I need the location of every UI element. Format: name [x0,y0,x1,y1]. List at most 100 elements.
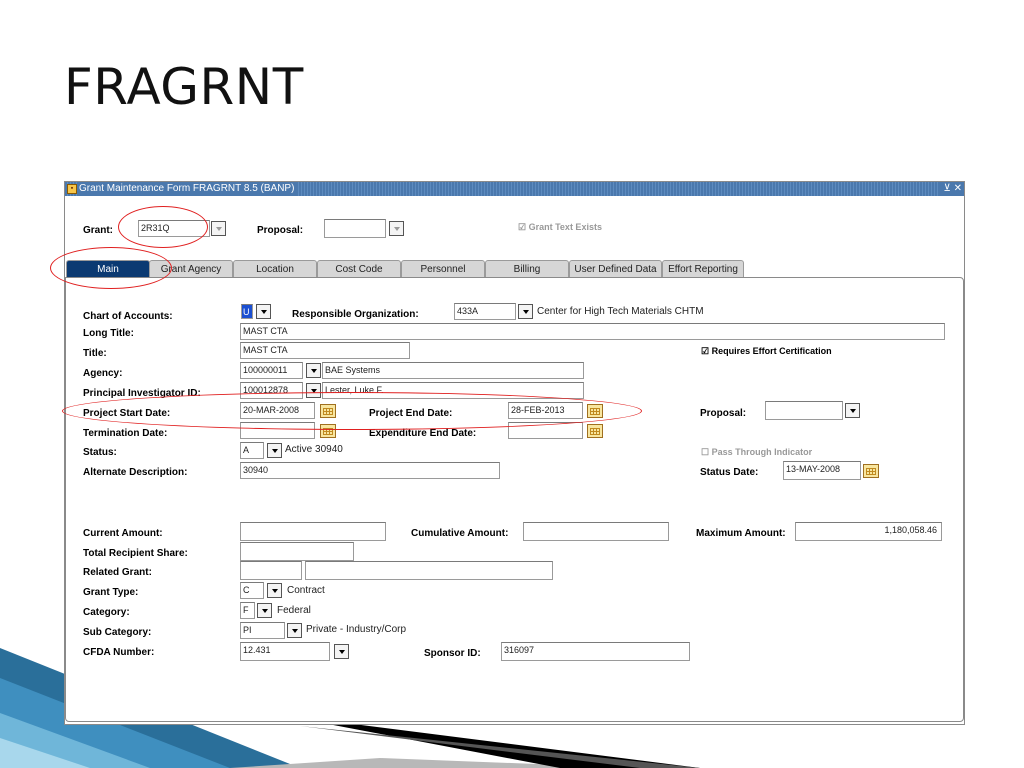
responsible-org-dropdown[interactable] [518,304,533,319]
app-icon: ▪ [67,184,77,194]
project-start-date-input[interactable]: 20-MAR-2008 [240,402,315,419]
sub-category-description: Private - Industry/Corp [306,624,407,635]
sub-category-dropdown[interactable] [287,623,302,638]
maximum-amount-label: Maximum Amount: [696,528,786,539]
termination-date-input[interactable] [240,422,315,439]
calendar-icon[interactable] [587,404,603,418]
category-dropdown[interactable] [257,603,272,618]
tab-main[interactable]: Main [66,260,150,278]
status-date-label: Status Date: [700,467,759,478]
requires-effort-checkbox[interactable]: ☑ Requires Effort Certification [701,346,832,357]
alternate-description-label: Alternate Description: [83,467,188,478]
alternate-description-input[interactable]: 30940 [240,462,500,479]
long-title-label: Long Title: [83,328,134,339]
slide-title: FRAGRNT [64,58,304,116]
grant-type-input[interactable]: C [240,582,264,599]
tab-effort-reporting[interactable]: Effort Reporting [662,260,744,278]
proposal-label: Proposal: [257,225,304,236]
main-tab-panel: Chart of Accounts: U Responsible Organiz… [65,277,964,722]
category-label: Category: [83,607,130,618]
maximum-amount-input[interactable]: 1,180,058.46 [795,522,942,541]
agency-input[interactable]: 100000011 [240,362,303,379]
expenditure-end-date-label: Expenditure End Date: [369,428,477,439]
tab-location[interactable]: Location [233,260,317,278]
pass-through-checkbox[interactable]: ☐ Pass Through Indicator [701,447,812,458]
title-label: Title: [83,348,107,359]
status-description: Active 30940 [285,444,343,455]
proposal-field-dropdown[interactable] [845,403,860,418]
grant-input[interactable]: 2R31Q [138,220,210,237]
project-end-date-input[interactable]: 28-FEB-2013 [508,402,583,419]
window-controls[interactable]: ⊻ ✕ [939,182,962,196]
principal-investigator-dropdown[interactable] [306,383,321,398]
grant-type-description: Contract [287,585,325,596]
checkmark-icon: ☑ [701,346,710,356]
project-start-date-label: Project Start Date: [83,408,171,419]
sponsor-id-label: Sponsor ID: [424,648,481,659]
checkbox-icon: ☐ [701,447,710,457]
chart-of-accounts-label: Chart of Accounts: [83,311,173,322]
termination-date-label: Termination Date: [83,428,168,439]
sponsor-id-input[interactable]: 316097 [501,642,690,661]
window-titlebar: ▪ Grant Maintenance Form FRAGRNT 8.5 (BA… [65,182,964,196]
tab-billing[interactable]: Billing [485,260,569,278]
proposal-dropdown[interactable] [389,221,404,236]
agency-description: BAE Systems [322,362,584,379]
status-date-input[interactable]: 13-MAY-2008 [783,461,861,480]
tab-user-defined-data[interactable]: User Defined Data [569,260,662,278]
responsible-org-input[interactable]: 433A [454,303,516,320]
related-grant-description [305,561,553,580]
chart-of-accounts-input[interactable]: U [241,304,253,319]
long-title-input[interactable]: MAST CTA [240,323,945,340]
total-recipient-share-label: Total Recipient Share: [83,548,188,559]
grant-label: Grant: [83,225,113,236]
agency-label: Agency: [83,368,123,379]
calendar-icon[interactable] [587,424,603,438]
proposal-field-label: Proposal: [700,408,747,419]
principal-investigator-input[interactable]: 100012878 [240,382,303,399]
related-grant-label: Related Grant: [83,567,152,578]
status-dropdown[interactable] [267,443,282,458]
chart-of-accounts-dropdown[interactable] [256,304,271,319]
window-title: Grant Maintenance Form FRAGRNT 8.5 (BANP… [79,182,299,196]
grant-text-exists-label: Grant Text Exists [528,222,602,232]
proposal-input[interactable] [324,219,386,238]
cumulative-amount-label: Cumulative Amount: [411,528,509,539]
sub-category-label: Sub Category: [83,627,152,638]
grant-type-label: Grant Type: [83,587,139,598]
title-input[interactable]: MAST CTA [240,342,410,359]
grant-type-dropdown[interactable] [267,583,282,598]
agency-dropdown[interactable] [306,363,321,378]
tab-personnel[interactable]: Personnel [401,260,485,278]
responsible-org-label: Responsible Organization: [292,309,419,320]
cfda-number-label: CFDA Number: [83,647,155,658]
calendar-icon[interactable] [320,424,336,438]
category-description: Federal [277,605,311,616]
related-grant-input[interactable] [240,561,302,580]
sub-category-input[interactable]: PI [240,622,285,639]
cfda-number-dropdown[interactable] [334,644,349,659]
grant-text-exists-checkbox[interactable]: ☑ Grant Text Exists [518,222,602,233]
pass-through-label: Pass Through Indicator [711,447,813,457]
calendar-icon[interactable] [863,464,879,478]
principal-investigator-label: Principal Investigator ID: [83,388,201,399]
principal-investigator-name: Lester, Luke F. [322,382,584,399]
total-recipient-share-input[interactable] [240,542,354,561]
grant-maintenance-window: ▪ Grant Maintenance Form FRAGRNT 8.5 (BA… [64,181,965,725]
tab-grant-agency[interactable]: Grant Agency [149,260,233,278]
current-amount-label: Current Amount: [83,528,163,539]
proposal-field-input[interactable] [765,401,843,420]
tab-cost-code[interactable]: Cost Code [317,260,401,278]
requires-effort-label: Requires Effort Certification [711,346,832,356]
expenditure-end-date-input[interactable] [508,422,583,439]
status-input[interactable]: A [240,442,264,459]
category-input[interactable]: F [240,602,255,619]
calendar-icon[interactable] [320,404,336,418]
grant-dropdown[interactable] [211,221,226,236]
cumulative-amount-input[interactable] [523,522,669,541]
current-amount-input[interactable] [240,522,386,541]
status-label: Status: [83,447,117,458]
checkmark-icon: ☑ [518,222,527,232]
responsible-org-description: Center for High Tech Materials CHTM [537,306,704,317]
cfda-number-input[interactable]: 12.431 [240,642,330,661]
